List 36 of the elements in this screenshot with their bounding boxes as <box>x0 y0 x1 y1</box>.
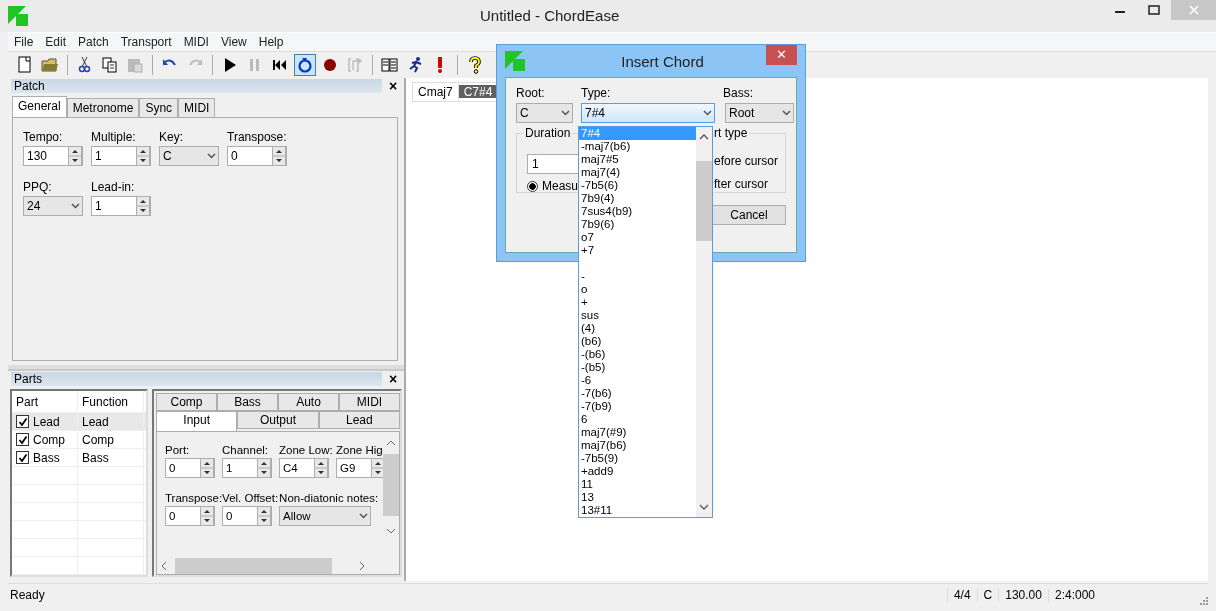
radio-label: efore cursor <box>714 154 780 168</box>
table-cell: Lead <box>82 414 109 429</box>
field-label: Transpose: <box>165 492 223 504</box>
table-cell: Bass <box>33 450 60 465</box>
status-field: 2:4:000 <box>1047 588 1101 602</box>
field-label: Channel: <box>222 444 270 456</box>
status-field: 4/4 <box>946 588 977 602</box>
field-label: Lead-in: <box>91 180 136 194</box>
group-label: Duration <box>523 126 573 140</box>
field-label: Multiple: <box>91 130 137 144</box>
table-cell: Comp <box>82 432 114 447</box>
field-label: Transpose: <box>227 130 287 144</box>
table-cell: Comp <box>33 432 65 447</box>
window-title: Untitled - ChordEase <box>480 7 620 24</box>
panel-title: Patch <box>11 79 382 93</box>
field-label: Zone Low: <box>279 444 334 456</box>
dialog-title: Insert Chord <box>620 52 705 70</box>
field-label: Non-diatonic notes: <box>279 492 379 504</box>
status-field: 130.00 <box>998 588 1048 602</box>
field-label: PPQ: <box>23 180 53 194</box>
field-label: Zone Hig <box>336 444 383 456</box>
field-label: Port: <box>165 444 191 456</box>
radio-label: fter cursor <box>714 177 769 191</box>
radio-label: Measu <box>542 179 579 193</box>
field-label: Root: <box>516 86 546 100</box>
status-field: C <box>976 588 999 602</box>
table-cell: Lead <box>33 414 60 429</box>
panel-title: Parts <box>11 372 382 386</box>
field-label: Key: <box>159 130 184 144</box>
table-cell: Bass <box>82 450 109 465</box>
field-label: Tempo: <box>23 130 64 144</box>
field-label: Type: <box>581 86 612 100</box>
group-label: rt type <box>714 126 750 140</box>
field-label: Vel. Offset: <box>222 492 280 504</box>
status-text: Ready <box>9 588 46 602</box>
field-label: Bass: <box>723 86 754 100</box>
